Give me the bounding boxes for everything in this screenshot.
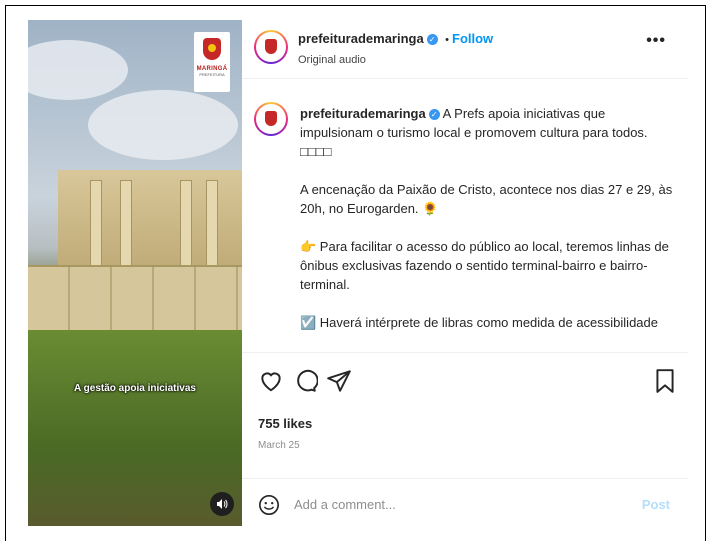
- divider: [242, 352, 688, 353]
- instagram-post: MARINGÁ PREFEITURA A gestão apoia inicia…: [28, 20, 688, 526]
- action-bar: [258, 368, 678, 396]
- post-header: prefeiturademaringa ✓ • Follow Original au…: [298, 30, 493, 66]
- share-icon[interactable]: [326, 368, 352, 394]
- grass: [28, 330, 242, 526]
- caption-username[interactable]: prefeiturademaringa: [300, 106, 426, 121]
- caption-boxes: □□□□: [300, 144, 332, 159]
- column: [206, 180, 218, 277]
- video-caption: A gestão apoia iniciativas: [74, 383, 196, 394]
- post-comment-button[interactable]: Post: [642, 497, 670, 512]
- post-panel: prefeiturademaringa ✓ • Follow Original au…: [242, 20, 688, 526]
- follow-button[interactable]: Follow: [452, 31, 493, 46]
- post-media[interactable]: MARINGÁ PREFEITURA A gestão apoia inicia…: [28, 20, 242, 526]
- caption-text: prefeiturademaringa ✓ A Prefs apoia inici…: [300, 104, 680, 351]
- heart-icon[interactable]: [258, 368, 284, 394]
- logo-subtext: PREFEITURA: [199, 72, 225, 77]
- username[interactable]: prefeiturademaringa: [298, 31, 424, 46]
- likes-count[interactable]: 755 likes: [258, 416, 312, 431]
- emoji-icon[interactable]: [258, 494, 280, 516]
- stone-wall: [28, 265, 242, 337]
- separator: •: [445, 34, 450, 46]
- comment-icon[interactable]: [292, 368, 318, 394]
- verified-badge-icon: ✓: [428, 109, 440, 120]
- post-date[interactable]: March 25: [258, 440, 300, 451]
- divider: [242, 78, 688, 79]
- audio-toggle-button[interactable]: [210, 492, 234, 516]
- city-logo: MARINGÁ PREFEITURA: [194, 32, 230, 92]
- verified-badge-icon: ✓: [426, 34, 438, 45]
- more-options-button[interactable]: •••: [646, 32, 666, 50]
- caption-area: prefeiturademaringa ✓ A Prefs apoia inici…: [242, 82, 688, 354]
- cloud: [28, 40, 128, 100]
- caption-paragraph-3: 👉 Para facilitar o acesso do público ao …: [300, 239, 669, 292]
- comment-input[interactable]: [292, 496, 596, 513]
- bookmark-icon[interactable]: [652, 368, 678, 394]
- column: [180, 180, 192, 277]
- speaker-icon: [217, 499, 228, 509]
- audio-label[interactable]: Original audio: [298, 54, 493, 66]
- caption-paragraph-4: ☑️ Haverá intérprete de libras como medi…: [300, 315, 658, 330]
- column: [90, 180, 102, 277]
- caption-avatar[interactable]: [254, 102, 288, 136]
- avatar[interactable]: [254, 30, 288, 64]
- caption-paragraph-2: A encenação da Paixão de Cristo, acontec…: [300, 182, 673, 216]
- cloud: [88, 90, 238, 160]
- shield-icon: [203, 38, 221, 60]
- column: [120, 180, 132, 277]
- divider: [242, 478, 688, 479]
